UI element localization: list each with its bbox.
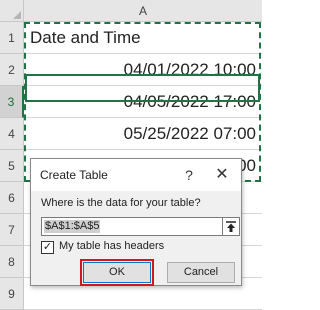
row-header-1[interactable]: 1: [0, 22, 24, 54]
collapse-arrow-icon: [226, 221, 236, 232]
cancel-button[interactable]: Cancel: [167, 262, 235, 283]
row-2: 2 04/01/2022 10:00: [0, 54, 262, 86]
column-header-a[interactable]: A: [24, 0, 262, 22]
create-table-dialog: Create Table ? ✕ Where is the data for y…: [30, 158, 242, 286]
range-input[interactable]: $A$1:$A$5: [41, 217, 223, 236]
select-all-triangle-icon: [13, 11, 21, 19]
range-input-value: $A$1:$A$5: [44, 220, 101, 233]
cell-a4[interactable]: 05/25/2022 07:00: [24, 118, 262, 150]
row-header-6[interactable]: 6: [0, 182, 24, 214]
cell-a2[interactable]: 04/01/2022 10:00: [24, 54, 262, 86]
headers-checkbox[interactable]: ✓: [41, 241, 54, 254]
range-prompt-label: Where is the data for your table?: [41, 197, 201, 209]
row-header-8[interactable]: 8: [0, 246, 24, 278]
row-header-7[interactable]: 7: [0, 214, 24, 246]
row-3: 3 04/05/2022 17:00: [0, 86, 262, 118]
row-1: 1 Date and Time: [0, 22, 262, 54]
cell-a1[interactable]: Date and Time: [24, 22, 262, 54]
row-header-3[interactable]: 3: [0, 86, 24, 118]
close-button[interactable]: ✕: [207, 159, 237, 191]
dialog-title: Create Table: [40, 168, 108, 182]
collapse-dialog-button[interactable]: [222, 217, 240, 236]
select-all-corner[interactable]: [0, 0, 24, 22]
dialog-titlebar[interactable]: Create Table ? ✕: [31, 159, 241, 191]
row-header-4[interactable]: 4: [0, 118, 24, 150]
headers-checkbox-label[interactable]: My table has headers: [59, 240, 164, 252]
cell-a3[interactable]: 04/05/2022 17:00: [24, 86, 262, 118]
row-4: 4 05/25/2022 07:00: [0, 118, 262, 150]
row-header-5[interactable]: 5: [0, 150, 24, 182]
row-header-2[interactable]: 2: [0, 54, 24, 86]
help-button[interactable]: ?: [177, 159, 201, 191]
ok-button[interactable]: OK: [80, 259, 154, 286]
row-header-9[interactable]: 9: [0, 278, 24, 310]
